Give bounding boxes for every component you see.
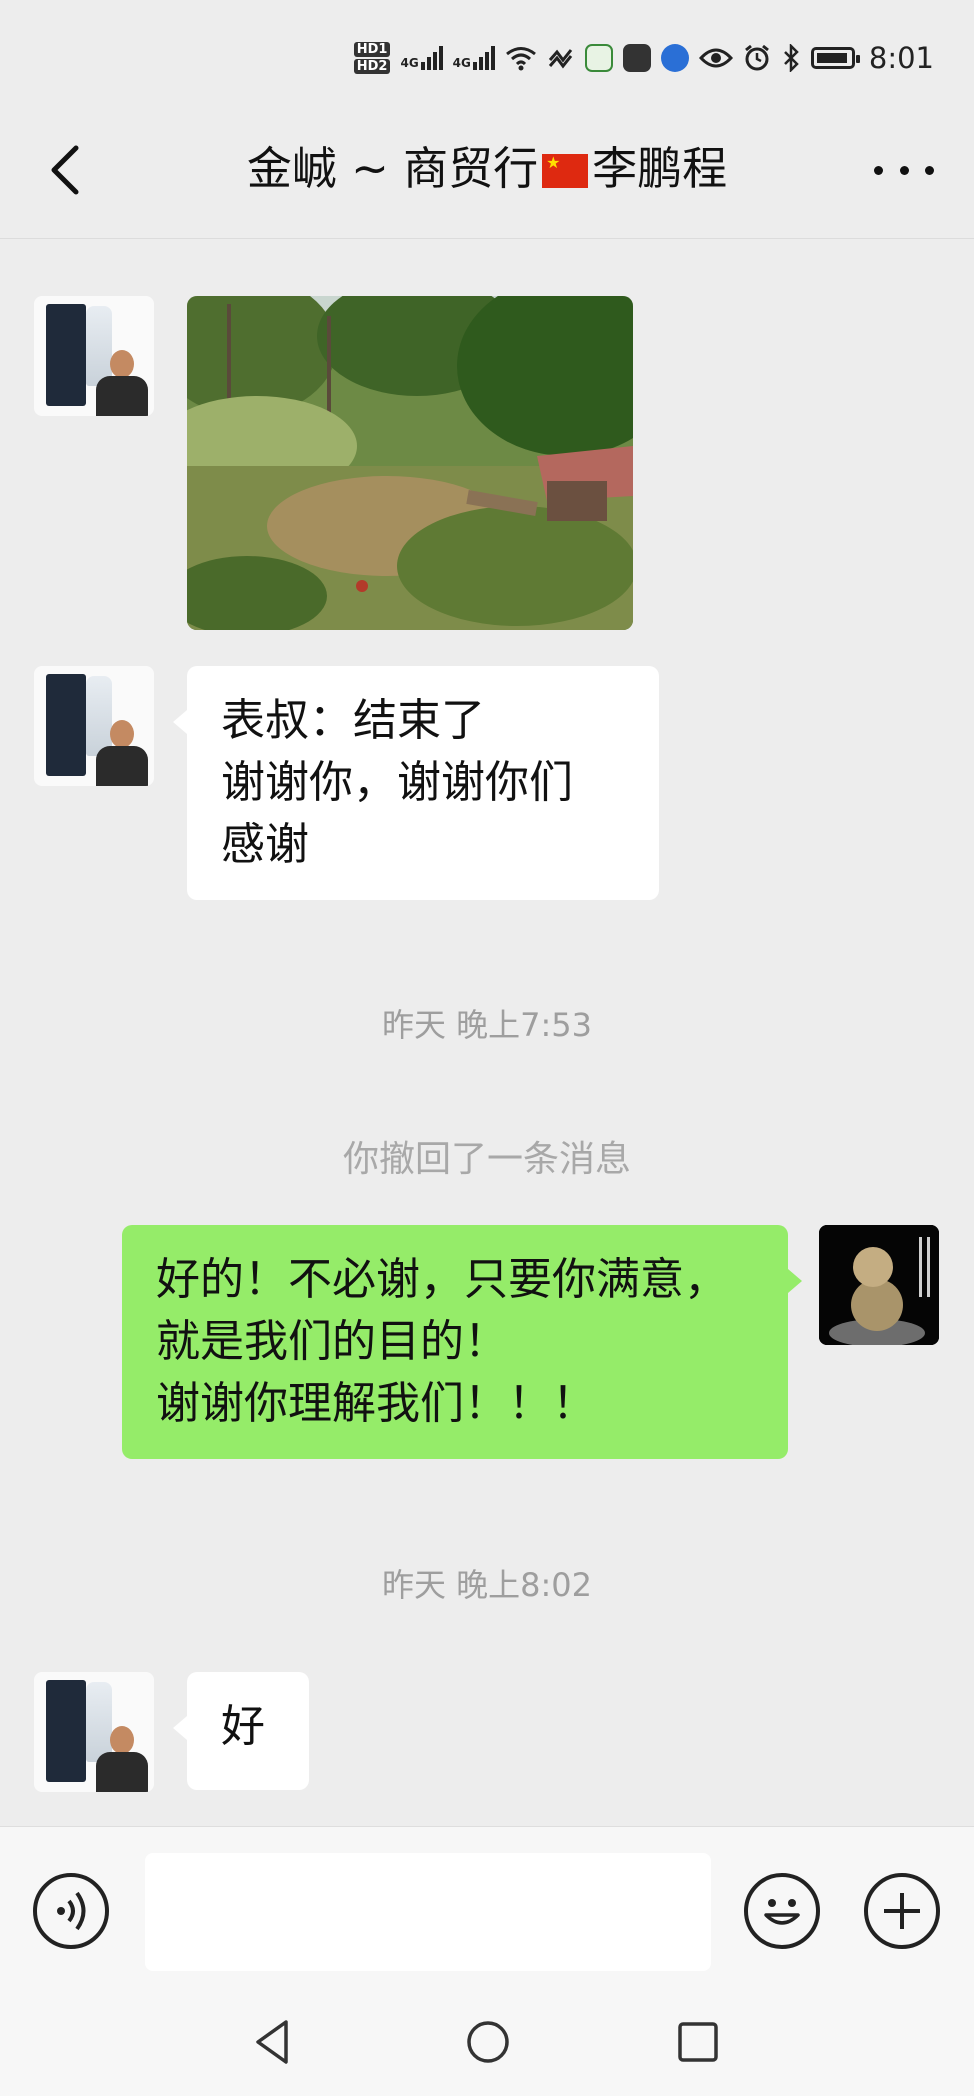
nfc-icon — [548, 49, 573, 69]
person-figure — [96, 350, 148, 416]
china-flag-icon — [542, 154, 589, 188]
message-input[interactable] — [145, 1853, 711, 1971]
message-line: 就是我们的目的！ — [156, 1316, 508, 1367]
wifi-icon — [505, 47, 536, 71]
alarm-icon — [744, 44, 769, 71]
signal-bars-icon — [472, 46, 495, 70]
emoji-icon[interactable] — [744, 1873, 820, 1949]
message-photo[interactable] — [187, 296, 633, 630]
chat-header: 金峸 ~ 商贸行李鹏程 — [0, 110, 974, 239]
monk-figure-image — [819, 1225, 939, 1345]
message-line: 谢谢你理解我们！！！ — [156, 1378, 596, 1429]
system-nav-bar — [0, 1988, 974, 2096]
home-app-icon — [584, 44, 613, 72]
nav-back-icon[interactable] — [246, 2014, 302, 2070]
nav-recent-icon[interactable] — [670, 2014, 726, 2070]
status-icons: HD1 HD2 4G 4G 8:01 — [353, 36, 934, 80]
network-type-2: 4G — [452, 56, 471, 70]
hd1-label: HD1 — [353, 42, 391, 57]
signal-2: 4G — [453, 46, 495, 70]
incoming-message-bubble[interactable]: 好 — [173, 1672, 309, 1790]
chevron-left-icon[interactable] — [38, 140, 98, 200]
status-bar: HD1 HD2 4G 4G 8:01 — [0, 0, 974, 110]
incoming-message-bubble[interactable]: 表叔：结束了 谢谢你，谢谢你们 感谢 — [173, 666, 659, 900]
bag-app-icon — [622, 44, 651, 72]
more-icon[interactable] — [874, 150, 934, 190]
nav-home-icon[interactable] — [460, 2014, 516, 2070]
chat-title: 金峸 ~ 商贸行李鹏程 — [140, 110, 834, 228]
input-bar — [0, 1826, 974, 1989]
battery-icon — [810, 47, 860, 69]
plus-icon[interactable] — [864, 1873, 940, 1949]
network-type-1: 4G — [400, 56, 419, 70]
chat-title-prefix: 金峸 ~ 商贸行 — [246, 142, 539, 195]
recall-notice: 你撤回了一条消息 — [342, 1139, 631, 1180]
person-figure — [96, 720, 148, 786]
globe-app-icon — [660, 44, 689, 72]
my-avatar[interactable] — [819, 1225, 939, 1345]
eye-icon — [698, 48, 733, 68]
person-figure — [96, 1726, 148, 1792]
signal-1: 4G — [400, 46, 443, 70]
message-line: 谢谢你，谢谢你们 — [221, 757, 573, 808]
outgoing-message-bubble[interactable]: 好的！不必谢，只要你满意， 就是我们的目的！ 谢谢你理解我们！！！ — [122, 1225, 802, 1459]
timestamp: 昨天 晚上8:02 — [381, 1566, 593, 1604]
timestamp: 昨天 晚上7:53 — [381, 1006, 593, 1044]
hd-indicator: HD1 HD2 — [353, 41, 391, 75]
signal-bars-icon — [420, 46, 443, 70]
hd2-label: HD2 — [353, 59, 391, 74]
clock: 8:01 — [868, 41, 934, 75]
bottle-box — [46, 674, 86, 776]
landscape-photo — [187, 296, 633, 630]
contact-avatar[interactable] — [34, 296, 154, 416]
message-line: 好的！不必谢，只要你满意， — [156, 1254, 728, 1305]
contact-avatar[interactable] — [34, 666, 154, 786]
message-line: 表叔：结束了 — [221, 695, 485, 746]
message-line: 感谢 — [221, 819, 309, 870]
voice-icon[interactable] — [33, 1873, 109, 1949]
bottle-box — [46, 304, 86, 406]
contact-avatar[interactable] — [34, 1672, 154, 1792]
message-line: 好 — [221, 1701, 265, 1752]
bottle-box — [46, 1680, 86, 1782]
chat-title-suffix: 李鹏程 — [592, 142, 728, 195]
bluetooth-icon — [783, 44, 799, 72]
